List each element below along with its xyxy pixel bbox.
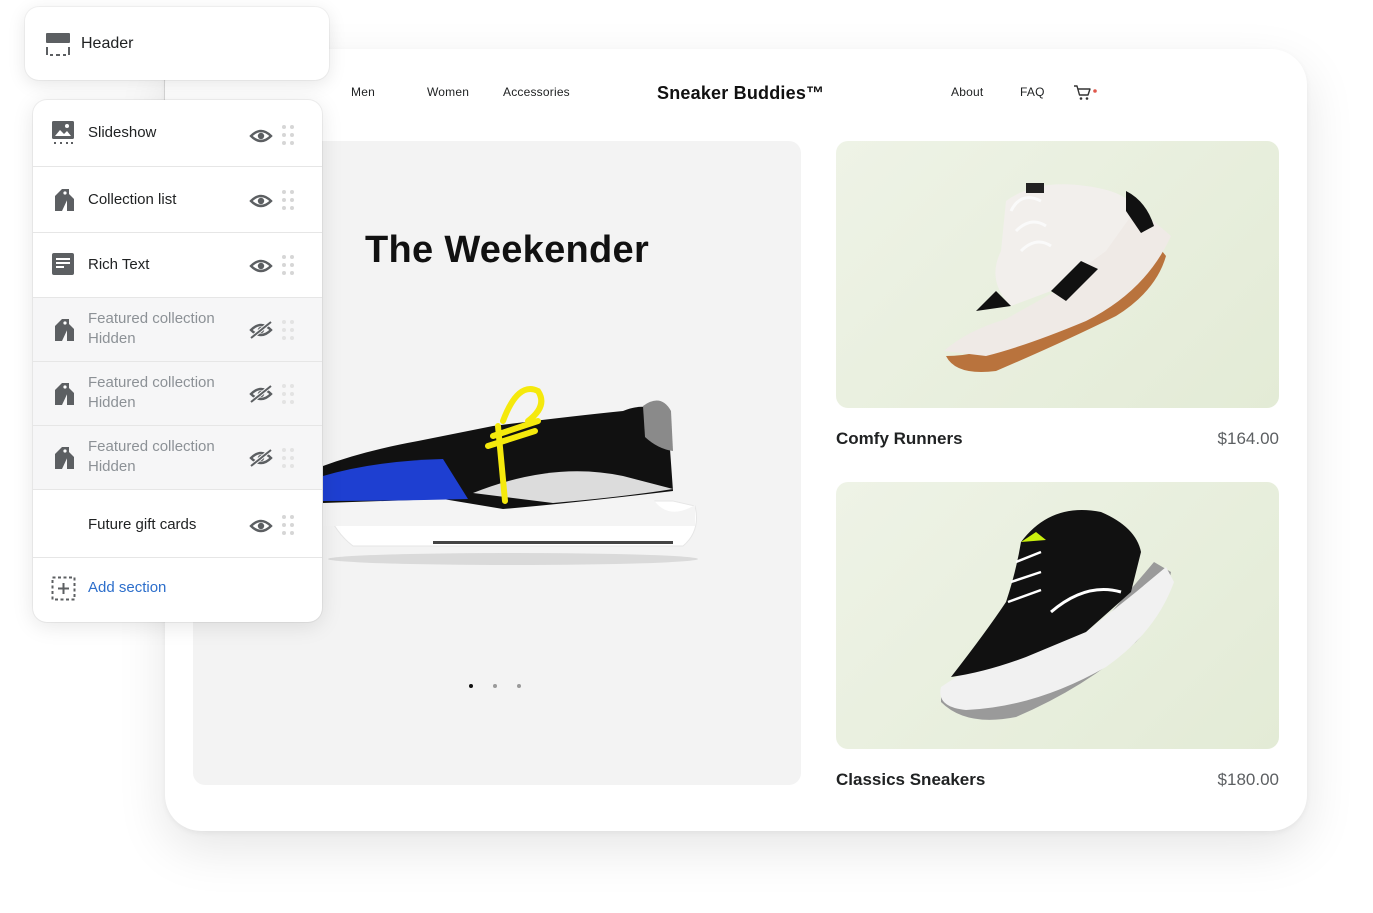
drag-handle-icon[interactable] <box>281 514 295 536</box>
section-hidden-status: Hidden <box>88 394 136 411</box>
product-image-comfy-runners[interactable] <box>836 141 1279 408</box>
eye-icon[interactable] <box>249 517 273 535</box>
section-label: Rich Text <box>88 256 150 273</box>
section-collection-list[interactable]: Collection list <box>33 167 322 233</box>
section-featured-collection-2[interactable]: Featured collection Hidden <box>33 362 322 426</box>
section-slideshow[interactable]: Slideshow <box>33 100 322 167</box>
drag-handle-icon[interactable] <box>281 124 295 146</box>
eye-icon[interactable] <box>249 257 273 275</box>
section-label: Featured collection <box>88 374 215 391</box>
drag-handle-icon[interactable] <box>281 383 295 405</box>
tag-icon <box>55 383 74 405</box>
section-rich-text[interactable]: Rich Text <box>33 233 322 298</box>
tag-icon <box>55 189 74 211</box>
section-hidden-status: Hidden <box>88 458 136 475</box>
product-price: $164.00 <box>1217 429 1279 448</box>
section-label: Featured collection <box>88 438 215 455</box>
add-section-icon <box>51 576 76 601</box>
sneaker-image <box>944 183 1171 372</box>
tag-icon <box>55 447 74 469</box>
hero-title: The Weekender <box>365 229 650 271</box>
eye-slash-icon[interactable] <box>249 449 273 467</box>
text-block-icon <box>52 253 74 275</box>
add-section-button[interactable]: Add section <box>33 558 322 622</box>
image-icon <box>52 121 74 144</box>
section-label: Featured collection <box>88 310 215 327</box>
section-hidden-status: Hidden <box>88 330 136 347</box>
add-section-label: Add section <box>88 579 167 596</box>
eye-slash-icon[interactable] <box>249 385 273 403</box>
slideshow-dots <box>469 684 521 688</box>
section-label: Collection list <box>88 191 177 208</box>
tag-icon <box>55 319 74 341</box>
nav-link-accessories[interactable]: Accessories <box>503 85 570 99</box>
nav-link-faq[interactable]: FAQ <box>1020 85 1045 99</box>
eye-slash-icon[interactable] <box>249 321 273 339</box>
drag-handle-icon[interactable] <box>281 254 295 276</box>
header-label: Header <box>81 34 134 52</box>
drag-handle-icon[interactable] <box>281 319 295 341</box>
product-image-classics-sneakers[interactable] <box>836 482 1279 749</box>
section-future-gift-cards[interactable]: Future gift cards <box>33 490 322 558</box>
product-name[interactable]: Classics Sneakers <box>836 770 985 790</box>
store-brand[interactable]: Sneaker Buddies™ <box>657 83 824 104</box>
cart-badge-dot <box>1093 89 1097 93</box>
drag-handle-icon[interactable] <box>281 189 295 211</box>
nav-link-women[interactable]: Women <box>427 85 469 99</box>
section-featured-collection-3[interactable]: Featured collection Hidden <box>33 426 322 490</box>
section-label: Future gift cards <box>88 516 197 533</box>
drag-handle-icon[interactable] <box>281 447 295 469</box>
product-name[interactable]: Comfy Runners <box>836 429 963 449</box>
cart-icon[interactable] <box>1073 84 1099 102</box>
product-price: $180.00 <box>1217 770 1279 789</box>
sections-panel: Slideshow Collection list Rich Text Feat… <box>33 100 322 622</box>
sneaker-image <box>940 510 1174 720</box>
nav-link-about[interactable]: About <box>951 85 983 99</box>
header-layout-icon <box>46 32 70 56</box>
eye-icon[interactable] <box>249 192 273 210</box>
section-header[interactable]: Header <box>25 7 329 80</box>
slide-dot-1[interactable] <box>469 684 473 688</box>
panel-connector <box>164 80 165 102</box>
section-label: Slideshow <box>88 124 157 141</box>
nav-link-men[interactable]: Men <box>351 85 375 99</box>
section-featured-collection-1[interactable]: Featured collection Hidden <box>33 298 322 362</box>
slide-dot-3[interactable] <box>517 684 521 688</box>
eye-icon[interactable] <box>249 127 273 145</box>
slide-dot-2[interactable] <box>493 684 497 688</box>
storefront-preview: Men Women Accessories Sneaker Buddies™ A… <box>165 49 1307 831</box>
hero-sneaker-image <box>323 386 698 565</box>
